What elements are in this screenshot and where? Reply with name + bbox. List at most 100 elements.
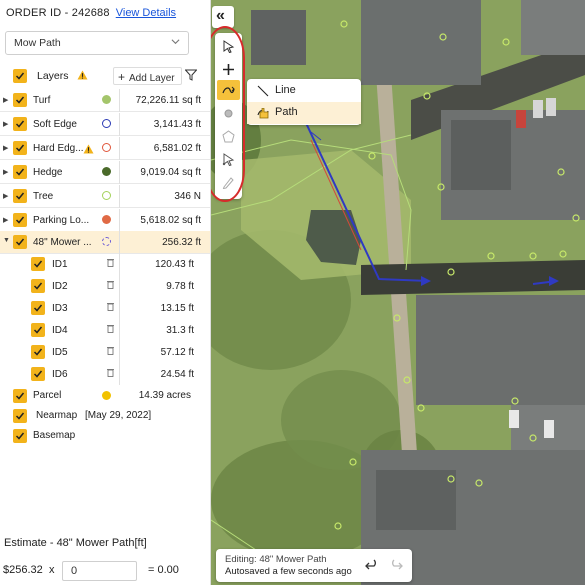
expand-caret-icon[interactable]: ▶ xyxy=(3,120,8,128)
layer-name: Parking Lo... xyxy=(33,215,90,226)
sublayer-name: ID1 xyxy=(52,259,68,270)
layer-value: 6,581.02 ft xyxy=(153,143,201,154)
collapse-caret-icon[interactable]: ▼ xyxy=(3,237,10,244)
divider xyxy=(119,89,120,112)
layer-checkbox[interactable] xyxy=(13,409,27,423)
view-details-link[interactable]: View Details xyxy=(116,7,176,19)
estimate-quantity-input[interactable] xyxy=(62,561,137,581)
layer-row-hedge[interactable]: ▶ Hedge 9,019.04 sq ft xyxy=(0,161,210,184)
sublayer-value: 120.43 ft xyxy=(155,259,194,270)
path-option[interactable]: Path xyxy=(247,102,361,124)
layer-checkbox[interactable] xyxy=(13,235,27,249)
layer-checkbox[interactable] xyxy=(13,429,27,443)
layer-color-swatch[interactable] xyxy=(102,143,111,152)
layer-name: Hedge xyxy=(33,167,63,178)
layer-value: 9,019.04 sq ft xyxy=(140,167,201,178)
trash-icon[interactable] xyxy=(107,258,114,267)
layer-checkbox[interactable] xyxy=(13,117,27,131)
expand-caret-icon[interactable]: ▶ xyxy=(3,192,8,200)
sublayer-checkbox[interactable] xyxy=(31,257,45,271)
sublayer-checkbox[interactable] xyxy=(31,279,45,293)
layer-checkbox[interactable] xyxy=(13,141,27,155)
trash-icon[interactable] xyxy=(107,346,114,355)
layer-color-swatch[interactable] xyxy=(102,119,111,128)
layer-row-tree[interactable]: ▶ Tree 346 N xyxy=(0,185,210,208)
layer-row-mower-path[interactable]: ▼ 48" Mower ... 256.32 ft xyxy=(0,231,210,254)
layers-master-checkbox[interactable] xyxy=(13,69,27,83)
line-option-label: Line xyxy=(275,84,296,96)
divider xyxy=(119,137,120,160)
line-option[interactable]: Line xyxy=(247,80,361,102)
layer-row-basemap[interactable]: Basemap xyxy=(0,426,210,446)
layer-color-swatch[interactable] xyxy=(102,191,111,200)
sublayer-row[interactable]: ID3 13.15 ft xyxy=(0,297,210,319)
layer-row-turf[interactable]: ▶ Turf 72,226.11 sq ft xyxy=(0,89,210,112)
undo-icon[interactable] xyxy=(365,558,379,572)
layer-color-swatch[interactable] xyxy=(102,391,111,400)
sublayer-checkbox[interactable] xyxy=(31,323,45,337)
trash-icon[interactable] xyxy=(107,324,114,333)
filter-icon[interactable] xyxy=(185,69,197,81)
sublayer-name: ID3 xyxy=(52,303,68,314)
plus-icon: + xyxy=(118,70,126,84)
divider xyxy=(119,275,120,297)
layer-name: Parcel xyxy=(33,390,62,401)
layer-row-soft-edge[interactable]: ▶ Soft Edge 3,141.43 ft xyxy=(0,113,210,136)
order-header: ORDER ID - 242688 View Details xyxy=(6,7,176,19)
layer-color-swatch[interactable] xyxy=(102,167,111,176)
layer-row-nearmap[interactable]: Nearmap [May 29, 2022] xyxy=(0,406,210,426)
expand-caret-icon[interactable]: ▶ xyxy=(3,168,8,176)
sublayer-row[interactable]: ID4 31.3 ft xyxy=(0,319,210,341)
layers-header: Layers + Add Layer xyxy=(0,64,210,88)
checkmark-icon xyxy=(15,238,25,246)
view-mode-select[interactable]: Mow Path xyxy=(5,31,189,55)
trash-icon[interactable] xyxy=(107,368,114,377)
sublayer-row[interactable]: ID2 9.78 ft xyxy=(0,275,210,297)
redo-icon[interactable] xyxy=(389,558,403,572)
trash-icon[interactable] xyxy=(107,280,114,289)
checkmark-icon xyxy=(15,216,25,224)
layer-name: Hard Edg... xyxy=(33,143,84,154)
sublayer-row[interactable]: ID1 120.43 ft xyxy=(0,253,210,275)
divider xyxy=(119,363,120,385)
autosave-status: Autosaved a few seconds ago xyxy=(225,566,352,577)
layer-value: 256.32 ft xyxy=(162,237,201,248)
checkmark-icon xyxy=(15,432,25,440)
layers-panel: ORDER ID - 242688 View Details Mow Path … xyxy=(0,0,211,585)
add-layer-button[interactable]: + Add Layer xyxy=(113,67,182,85)
layer-name: Basemap xyxy=(33,430,76,441)
layer-checkbox[interactable] xyxy=(13,93,27,107)
collapse-panel-button[interactable]: « xyxy=(212,6,234,28)
layer-value: 14.39 acres xyxy=(138,390,191,401)
hand-pointer-icon xyxy=(259,108,269,119)
sublayer-checkbox[interactable] xyxy=(31,367,45,381)
chevron-down-icon xyxy=(171,39,180,45)
layer-row-parcel[interactable]: Parcel 14.39 acres xyxy=(0,386,210,406)
divider xyxy=(119,161,120,184)
layer-checkbox[interactable] xyxy=(13,213,27,227)
layer-row-parking-lot[interactable]: ▶ Parking Lo... 5,618.02 sq ft xyxy=(0,209,210,232)
checkmark-icon xyxy=(33,304,43,312)
divider xyxy=(119,297,120,319)
expand-caret-icon[interactable]: ▶ xyxy=(3,144,8,152)
layer-checkbox[interactable] xyxy=(13,389,27,403)
map-canvas[interactable]: « Line Path Editing: 48" Mower Path Auto… xyxy=(211,0,585,585)
sublayer-row[interactable]: ID5 57.12 ft xyxy=(0,341,210,363)
sublayer-checkbox[interactable] xyxy=(31,345,45,359)
expand-caret-icon[interactable]: ▶ xyxy=(3,216,8,224)
order-id: ORDER ID - 242688 xyxy=(6,7,110,19)
layer-checkbox[interactable] xyxy=(13,165,27,179)
layer-color-swatch[interactable] xyxy=(102,237,111,246)
sublayer-checkbox[interactable] xyxy=(31,301,45,315)
trash-icon[interactable] xyxy=(107,302,114,311)
layer-value: 5,618.02 sq ft xyxy=(140,215,201,226)
expand-caret-icon[interactable]: ▶ xyxy=(3,96,8,104)
sublayer-value: 31.3 ft xyxy=(166,325,194,336)
sublayer-row[interactable]: ID6 24.54 ft xyxy=(0,363,210,385)
estimate-total: = 0.00 xyxy=(148,564,179,576)
layer-checkbox[interactable] xyxy=(13,189,27,203)
layer-name: 48" Mower ... xyxy=(33,237,92,248)
layer-color-swatch[interactable] xyxy=(102,95,111,104)
layer-row-hard-edge[interactable]: ▶ Hard Edg... 6,581.02 ft xyxy=(0,137,210,160)
layer-color-swatch[interactable] xyxy=(102,215,111,224)
